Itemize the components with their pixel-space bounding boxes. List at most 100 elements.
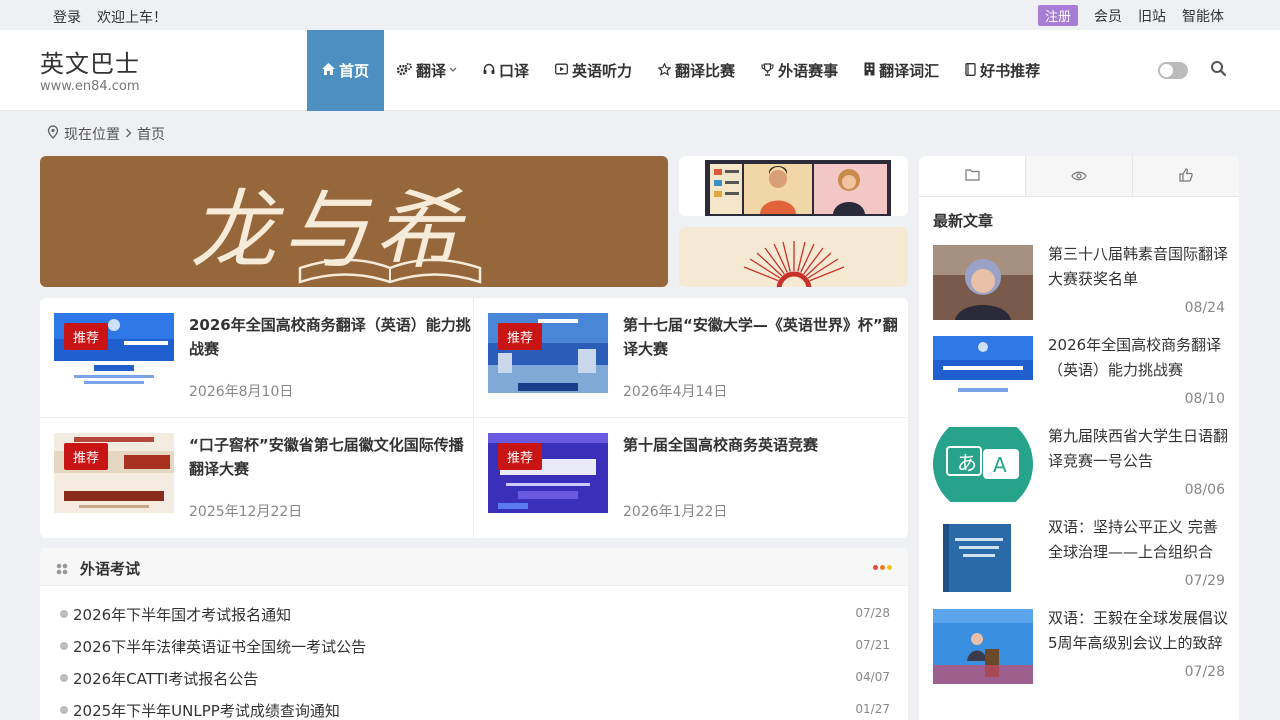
chevron-down-icon: [449, 65, 457, 76]
open-book-icon: [298, 258, 482, 284]
list-item-title[interactable]: 2026年下半年国才考试报名通知: [73, 604, 291, 625]
recommend-badge: 推荐: [64, 323, 109, 350]
list-item-title[interactable]: 2026年CATTI考试报名公告: [73, 668, 258, 689]
nav-label: 英语听力: [572, 62, 633, 80]
sidebar-article[interactable]: 第三十八届韩素音国际翻译大赛获奖名单 08/24: [933, 242, 1228, 325]
featured-thumbnail[interactable]: 推荐: [488, 433, 608, 513]
featured-thumbnail[interactable]: 推荐: [54, 313, 174, 393]
featured-date: 2026年8月10日: [189, 384, 294, 400]
gears-icon: [396, 62, 412, 79]
nav-label: 好书推荐: [980, 62, 1041, 80]
nav-home[interactable]: 首页: [307, 30, 384, 111]
list-item-title[interactable]: 2025年下半年UNLPP考试成绩查询通知: [73, 700, 340, 720]
article-thumbnail[interactable]: [933, 518, 1033, 593]
register-button[interactable]: 注册: [1037, 5, 1078, 26]
bullet: [60, 706, 68, 714]
sidebar-article[interactable]: 双语：坚持公平正义 完善全球治理——上合组织合作… 07/29: [933, 518, 1225, 598]
article-date: 07/28: [1184, 664, 1225, 680]
building-icon: [864, 62, 875, 79]
breadcrumb-home[interactable]: 首页: [137, 124, 165, 144]
chevron-right-icon: [125, 126, 132, 142]
list-item[interactable]: 2025年下半年UNLPP考试成绩查询通知 01/27: [60, 700, 890, 720]
grid-dots-icon: [56, 560, 68, 575]
article-title[interactable]: 2026年全国高校商务翻译（英语）能力挑战赛: [1048, 333, 1228, 383]
list-item[interactable]: 2026下半年法律英语证书全国统一考试公告 07/21: [60, 636, 890, 668]
featured-card[interactable]: 推荐 2026年全国高校商务翻译（英语）能力挑战赛 2026年8月10日: [54, 313, 474, 413]
list-item-date: 07/28: [855, 606, 890, 620]
breadcrumb: 现在位置 首页: [47, 124, 165, 144]
location-pin-icon: [47, 125, 59, 143]
nav-books[interactable]: 好书推荐: [952, 30, 1053, 111]
nav-listening[interactable]: 英语听力: [542, 30, 645, 111]
article-thumbnail[interactable]: [933, 245, 1033, 320]
book-icon: [965, 62, 976, 79]
nav-label: 外语赛事: [778, 62, 839, 80]
tab-liked[interactable]: [1132, 156, 1239, 196]
tab-latest[interactable]: [919, 156, 1025, 196]
dark-mode-toggle[interactable]: [1158, 62, 1188, 79]
featured-thumbnail[interactable]: 推荐: [54, 433, 174, 513]
nav-interpreting[interactable]: 口译: [470, 30, 542, 111]
article-title[interactable]: 第九届陕西省大学生日语翻译竞赛一号公告: [1048, 424, 1228, 474]
star-icon: [657, 61, 672, 79]
article-thumbnail[interactable]: [933, 609, 1033, 684]
sidebar-article[interactable]: あ A 第九届陕西省大学生日语翻译竞赛一号公告 08/06: [933, 424, 1228, 507]
article-thumbnail[interactable]: [933, 336, 1033, 411]
svg-text:A: A: [993, 453, 1007, 477]
nav-label: 翻译词汇: [879, 62, 940, 80]
play-icon: [555, 63, 568, 78]
featured-card[interactable]: 推荐 第十七届“安徽大学—《英语世界》杯”翻译大赛 2026年4月14日: [488, 313, 908, 413]
svg-text:あ: あ: [957, 451, 977, 475]
main-nav: 首页 翻译 口译 英语听力 翻译比赛 外语赛事 翻译词汇 好书推荐: [307, 30, 1053, 111]
article-title[interactable]: 第三十八届韩素音国际翻译大赛获奖名单: [1048, 242, 1228, 292]
section-title: 外语考试: [80, 560, 141, 578]
nav-translation[interactable]: 翻译: [384, 30, 470, 111]
sidebar-article[interactable]: 2026年全国高校商务翻译（英语）能力挑战赛 08/10: [933, 336, 1225, 416]
headset-icon: [483, 63, 495, 79]
nav-label: 首页: [338, 62, 369, 80]
featured-date: 2025年12月22日: [189, 504, 303, 520]
recommend-badge: 推荐: [498, 323, 543, 350]
article-thumbnail[interactable]: あ A: [933, 427, 1033, 502]
featured-title[interactable]: 第十七届“安徽大学—《英语世界》杯”翻译大赛: [623, 313, 908, 361]
nav-translation-contest[interactable]: 翻译比赛: [645, 30, 748, 111]
bullet: [60, 642, 68, 650]
old-site-link[interactable]: 旧站: [1138, 6, 1166, 26]
sidebar-article[interactable]: 双语：王毅在全球发展倡议5周年高级别会议上的致辞 07/28: [933, 606, 1228, 689]
tab-popular[interactable]: [1025, 156, 1132, 196]
sidebar-heading: 最新文章: [933, 212, 994, 230]
more-dots-icon[interactable]: [873, 565, 892, 570]
featured-title[interactable]: 2026年全国高校商务翻译（英语）能力挑战赛: [189, 313, 474, 361]
list-item[interactable]: 2026年CATTI考试报名公告 04/07: [60, 668, 890, 700]
divider: [40, 417, 908, 418]
featured-card[interactable]: 推荐 第十届全国高校商务英语竞赛 2026年1月22日: [488, 433, 908, 533]
bullet: [60, 674, 68, 682]
featured-card[interactable]: 推荐 “口子窖杯”安徽省第七届徽文化国际传播翻译大赛 2025年12月22日: [54, 433, 474, 533]
article-title[interactable]: 双语：坚持公平正义 完善全球治理——上合组织合作…: [1048, 515, 1228, 567]
list-item[interactable]: 2026年下半年国才考试报名通知 07/28: [60, 604, 890, 636]
featured-title[interactable]: “口子窖杯”安徽省第七届徽文化国际传播翻译大赛: [189, 433, 474, 481]
video-call-illustration: [705, 160, 891, 216]
search-icon[interactable]: [1210, 59, 1228, 79]
nav-foreign-contests[interactable]: 外语赛事: [748, 30, 851, 111]
hero-banner[interactable]: 龙与希: [40, 156, 668, 287]
site-url: www.en84.com: [40, 79, 140, 94]
member-link[interactable]: 会员: [1094, 6, 1122, 26]
sunrise-illustration: [743, 241, 845, 287]
side-banner-sunrise[interactable]: [679, 227, 908, 287]
agent-link[interactable]: 智能体: [1182, 6, 1224, 26]
list-item-title[interactable]: 2026下半年法律英语证书全国统一考试公告: [73, 636, 366, 657]
section-header: 外语考试: [40, 548, 908, 586]
featured-title[interactable]: 第十届全国高校商务英语竞赛: [623, 433, 908, 457]
nav-vocabulary[interactable]: 翻译词汇: [851, 30, 952, 111]
bullet: [60, 610, 68, 618]
featured-date: 2026年1月22日: [623, 504, 728, 520]
breadcrumb-location-label: 现在位置: [64, 127, 120, 143]
article-title[interactable]: 双语：王毅在全球发展倡议5周年高级别会议上的致辞: [1048, 606, 1228, 656]
side-banner-video-call[interactable]: [679, 156, 908, 216]
sidebar: 最新文章 第三十八届韩素音国际翻译大赛获奖名单 08/24 2026年全国高校商…: [919, 156, 1239, 720]
login-link[interactable]: 登录: [53, 7, 81, 27]
featured-thumbnail[interactable]: 推荐: [488, 313, 608, 393]
site-title[interactable]: 英文巴士: [40, 44, 140, 79]
eye-icon: [1071, 167, 1087, 186]
